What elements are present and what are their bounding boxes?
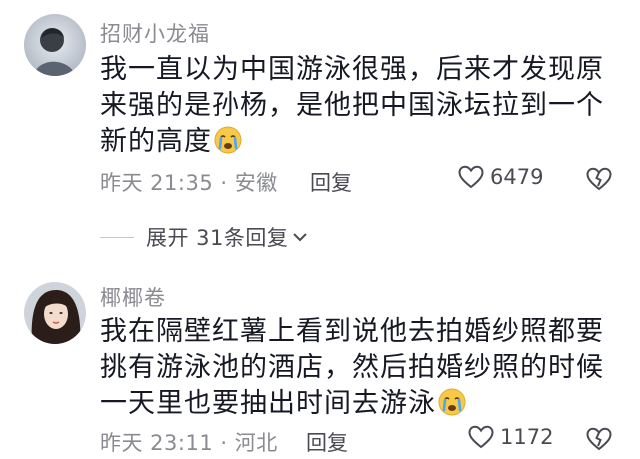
comment-line: 新的高度 — [100, 124, 620, 160]
broken-heart-icon — [586, 427, 612, 451]
reply-button[interactable]: 回复 — [310, 167, 352, 197]
like-count: 1172 — [500, 425, 554, 449]
comment-line: 来强的是孙杨，是他把中国泳坛拉到一个 — [100, 90, 604, 121]
expand-replies-button[interactable]: 展开 31条回复 — [100, 222, 308, 252]
comment-text: 我在隔壁红薯上看到说他去拍婚纱照都要 挑有游泳池的酒店，然后拍婚纱照的时候 一天… — [100, 314, 620, 422]
comment-text: 我一直以为中国游泳很强，后来才发现原 来强的是孙杨，是他把中国泳坛拉到一个 新的… — [100, 52, 620, 160]
dislike-button[interactable] — [586, 427, 612, 451]
like-button[interactable]: 1172 — [468, 425, 553, 449]
broken-heart-icon — [586, 167, 612, 191]
comment-line: 我在隔壁红薯上看到说他去拍婚纱照都要 — [100, 316, 604, 347]
comment-item: 招财小龙福 我一直以为中国游泳很强，后来才发现原 来强的是孙杨，是他把中国泳坛拉… — [0, 0, 640, 210]
comment-line: 挑有游泳池的酒店，然后拍婚纱照的时候 — [100, 352, 604, 383]
chevron-down-icon — [293, 233, 308, 242]
username[interactable]: 椰椰卷 — [100, 282, 166, 312]
divider-line — [100, 236, 134, 238]
comment-line: 我一直以为中国游泳很强，后来才发现原 — [100, 54, 604, 85]
comment-meta: 昨天 21:35 · 安徽 — [100, 171, 278, 195]
comment-line-text: 一天里也要抽出时间去游泳 — [100, 388, 436, 419]
heart-icon — [458, 165, 484, 189]
avatar[interactable] — [24, 282, 86, 344]
comment-line: 一天里也要抽出时间去游泳 — [100, 386, 620, 422]
like-button[interactable]: 6479 — [458, 165, 543, 189]
heart-icon — [468, 425, 494, 449]
dislike-button[interactable] — [586, 167, 612, 191]
comment-line-text: 新的高度 — [100, 126, 212, 157]
reply-button[interactable]: 回复 — [306, 427, 348, 457]
username[interactable]: 招财小龙福 — [100, 18, 210, 48]
expand-replies-label: 展开 31条回复 — [146, 226, 289, 250]
crying-face-icon — [438, 388, 466, 416]
crying-face-icon — [214, 126, 242, 154]
comment-item: 椰椰卷 我在隔壁红薯上看到说他去拍婚纱照都要 挑有游泳池的酒店，然后拍婚纱照的时… — [0, 270, 640, 459]
avatar[interactable] — [24, 14, 86, 76]
comment-meta: 昨天 23:11 · 河北 — [100, 431, 278, 455]
like-count: 6479 — [490, 165, 544, 189]
